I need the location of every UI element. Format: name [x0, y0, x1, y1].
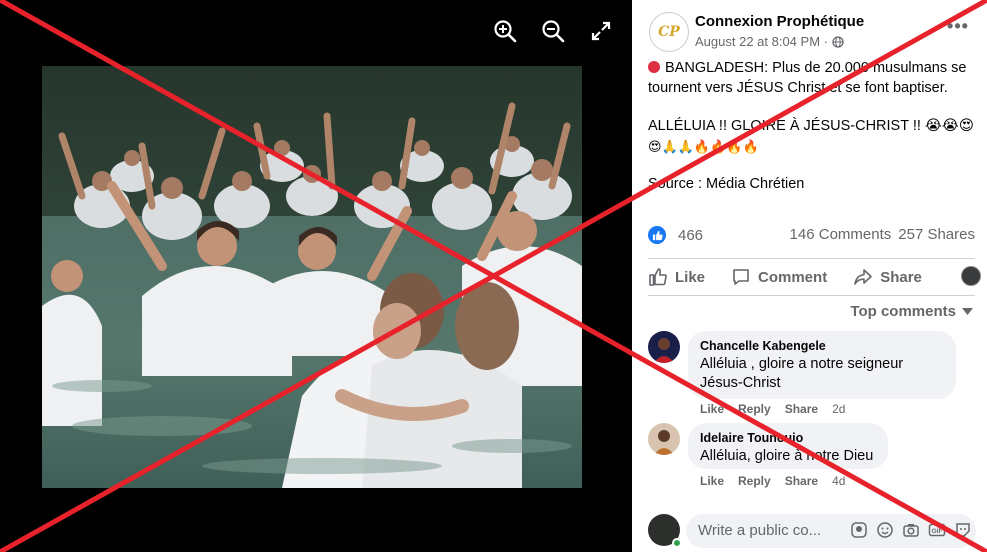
commenter-name[interactable]: Idelaire Tounouio [700, 431, 876, 445]
emoji-icon[interactable] [876, 521, 894, 539]
share-arrow-icon [854, 269, 872, 285]
reaction-count: 466 [678, 226, 704, 244]
globe-icon [832, 35, 844, 48]
avatar-sticker-icon[interactable] [850, 521, 868, 539]
caret-down-icon [962, 308, 973, 315]
comment-actions: Like Reply Share 2d [700, 402, 845, 416]
post-timestamp[interactable]: August 22 at 8:04 PM · [695, 34, 828, 49]
comment-text: Alléluia, gloire à notre Dieu [700, 448, 874, 464]
comment-sort-dropdown[interactable]: Top comments [850, 303, 973, 320]
camera-icon[interactable] [902, 521, 920, 539]
red-circle-icon [648, 61, 660, 73]
post-panel: CP Connexion Prophétique August 22 at 8:… [632, 0, 987, 552]
speech-bubble-icon [733, 269, 749, 285]
like-button[interactable]: Like [648, 267, 705, 287]
comment-text: Alléluia , gloire a notre seigneur Jésus… [700, 356, 904, 391]
comment-share-link[interactable]: Share [785, 474, 818, 488]
more-options-icon[interactable]: ••• [944, 17, 972, 40]
comment-item: Chancelle Kabengele Alléluia , gloire a … [648, 331, 978, 421]
comment-button-label: Comment [758, 268, 828, 286]
photo-viewer [0, 0, 632, 552]
comments-count-link[interactable]: 146 Comments [790, 226, 892, 243]
commenter-avatar[interactable] [648, 331, 680, 363]
zoom-out-icon[interactable] [540, 18, 566, 44]
commenter-avatar[interactable] [648, 423, 680, 455]
online-status-dot [672, 538, 682, 548]
post-text: BANGLADESH: Plus de 20.000 musulmans se … [648, 59, 978, 195]
comment-sort-label: Top comments [850, 303, 956, 320]
thumbs-up-icon [649, 268, 667, 286]
comment-like-link[interactable]: Like [700, 474, 724, 488]
fullscreen-icon[interactable] [588, 18, 614, 44]
shares-count-link[interactable]: 257 Shares [898, 226, 975, 243]
gif-icon[interactable]: GIF [928, 521, 946, 539]
like-reaction-icon [648, 226, 666, 244]
comment-share-link[interactable]: Share [785, 402, 818, 416]
post-text-line-3: 😍🙏🙏🔥🔥🔥🔥 [648, 138, 759, 154]
page-avatar[interactable]: CP [649, 12, 689, 52]
engagement-counts: 146 Comments 257 Shares [790, 226, 975, 243]
comment-like-link[interactable]: Like [700, 402, 724, 416]
comment-time[interactable]: 2d [832, 402, 845, 416]
post-action-bar: Like Comment Share [648, 262, 987, 292]
comment-reply-link[interactable]: Reply [738, 402, 771, 416]
comment-reply-link[interactable]: Reply [738, 474, 771, 488]
comment-composer: Write a public co... GIF [648, 512, 978, 548]
composer-icons: GIF [850, 521, 972, 539]
comment-bubble: Chancelle Kabengele Alléluia , gloire a … [688, 331, 956, 399]
reaction-summary[interactable]: 466 [648, 225, 703, 245]
like-button-label: Like [675, 268, 706, 286]
post-meta: August 22 at 8:04 PM · [695, 34, 844, 49]
post-photo[interactable] [42, 66, 582, 488]
comment-actions: Like Reply Share 4d [700, 474, 845, 488]
post-text-line-2: ALLÉLUIA !! GLOIRE À JÉSUS-CHRIST !! 😭😭😍 [648, 118, 974, 134]
comment-button[interactable]: Comment [731, 267, 827, 287]
divider [648, 295, 975, 296]
comment-input-placeholder: Write a public co... [698, 522, 822, 539]
comment-bubble: Idelaire Tounouio Alléluia, gloire à not… [688, 423, 888, 469]
share-button-label: Share [880, 268, 922, 286]
sticker-icon[interactable] [954, 521, 972, 539]
svg-text:GIF: GIF [932, 528, 943, 535]
share-button[interactable]: Share [853, 267, 922, 287]
profile-switch-avatar[interactable] [961, 266, 981, 286]
divider [648, 258, 975, 259]
zoom-in-icon[interactable] [492, 18, 518, 44]
page-name-link[interactable]: Connexion Prophétique [695, 13, 864, 30]
post-text-line-4: Source : Média Chrétien [648, 176, 805, 192]
post-text-line-1: BANGLADESH: Plus de 20.000 musulmans se … [648, 60, 967, 96]
commenter-name[interactable]: Chancelle Kabengele [700, 339, 944, 353]
page-avatar-initials: CP [658, 24, 680, 40]
comment-time[interactable]: 4d [832, 474, 845, 488]
comment-item: Idelaire Tounouio Alléluia, gloire à not… [648, 423, 978, 489]
